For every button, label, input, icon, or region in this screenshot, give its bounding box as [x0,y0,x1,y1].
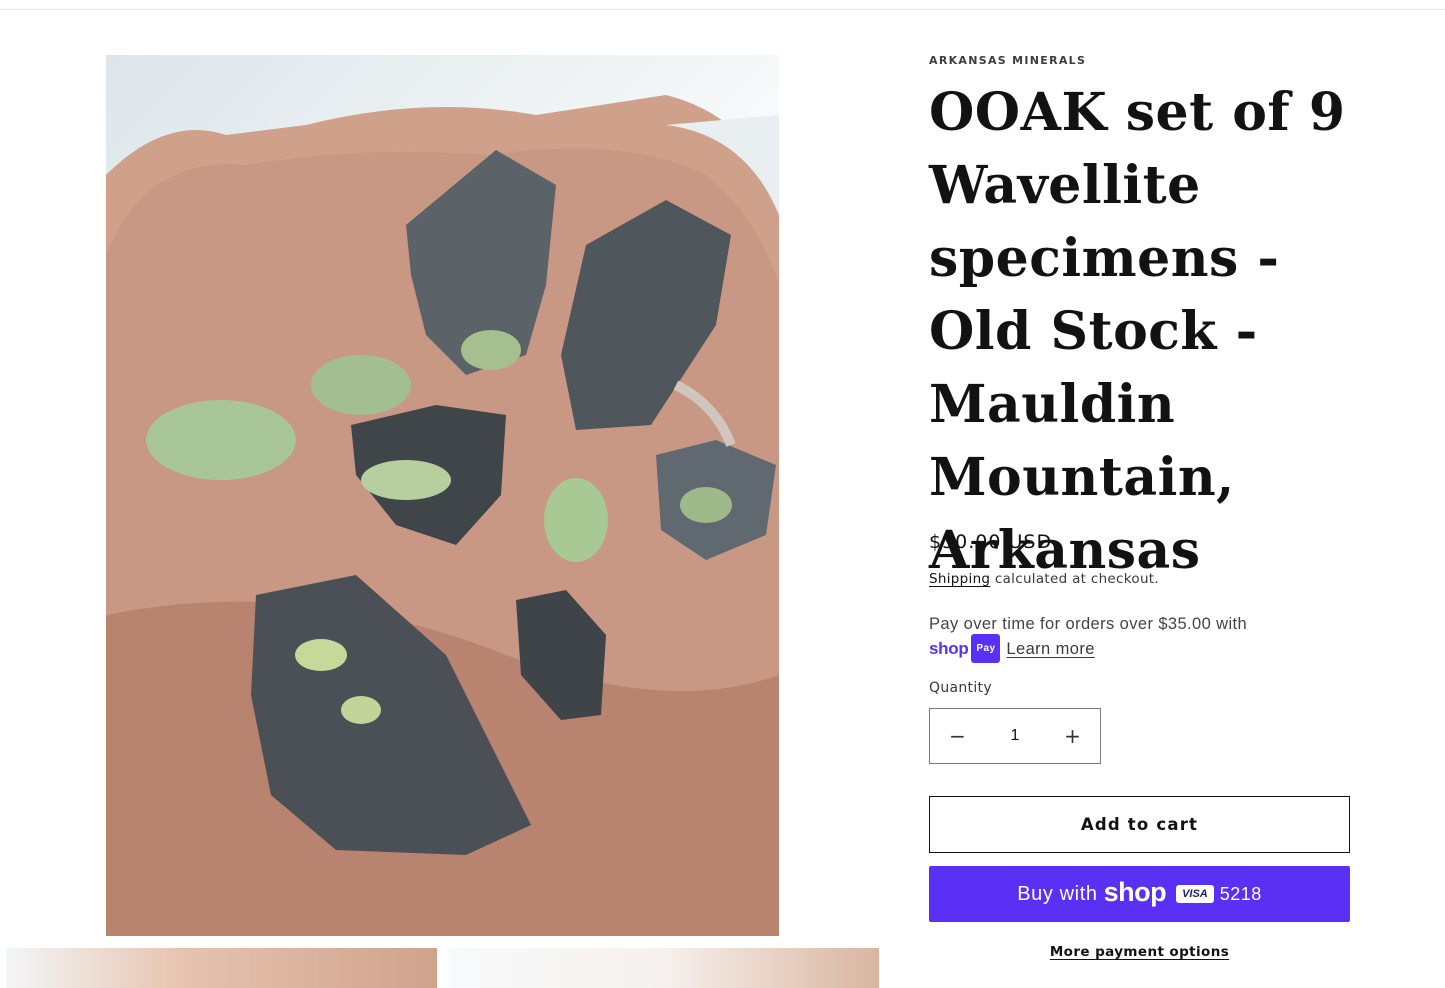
product-thumbnail-2[interactable] [448,948,879,988]
visa-card-icon: VISA [1176,885,1214,903]
quantity-label: Quantity [929,680,992,696]
learn-more-link[interactable]: Learn more [1006,640,1094,658]
shipping-note: Shipping calculated at checkout. [929,571,1159,587]
quantity-increase-button[interactable]: + [1045,709,1100,763]
add-to-cart-button[interactable]: Add to cart [929,796,1350,853]
shop-wordmark: shop [1103,876,1167,907]
product-title: OOAK set of 9 Wavellite specimens - Old … [929,82,1346,581]
quantity-input[interactable] [985,726,1045,746]
shop-pay-pill: Pay [971,634,1001,663]
more-payment-options-link[interactable]: More payment options [929,944,1350,960]
hand-with-minerals-image [106,95,779,936]
product-price: $30.00 USD [929,531,1053,553]
header-divider [0,9,1445,10]
buy-with-label: Buy with [1017,882,1098,905]
card-last-four: 5218 [1219,883,1262,904]
shipping-link[interactable]: Shipping [929,571,990,587]
shop-pay-wordmark: shop [929,639,969,658]
buy-with-shop-pay-button[interactable]: Buy with shop VISA 5218 [929,866,1350,922]
shipping-text: calculated at checkout. [990,571,1159,587]
product-main-image[interactable] [106,55,779,936]
product-thumbnail-1[interactable] [6,948,437,988]
vendor-name: ARKANSAS MINERALS [929,54,1087,67]
quantity-decrease-button[interactable]: − [930,709,985,763]
shop-pay-installments: Pay over time for orders over $35.00 wit… [929,612,1350,663]
quantity-stepper: − + [929,708,1101,764]
shop-pay-logo: shop Pay [929,634,1001,663]
